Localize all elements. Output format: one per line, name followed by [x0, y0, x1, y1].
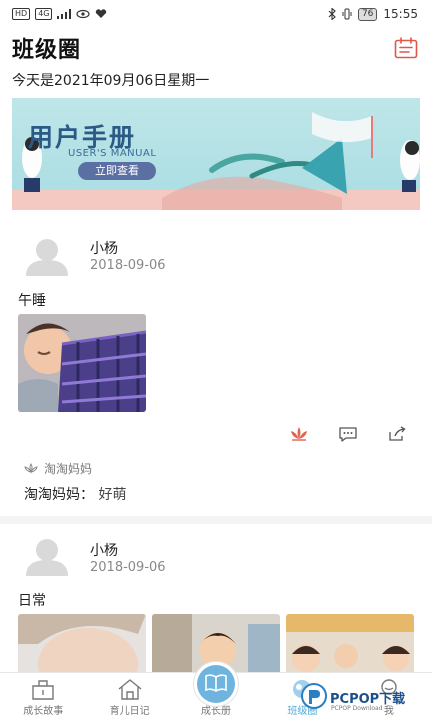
header: 班级圈 — [12, 30, 420, 66]
comment-icon — [339, 427, 357, 442]
tab-growth-book[interactable]: 成长册 — [173, 661, 259, 720]
post-card: 小杨 2018-09-06 午睡 淘淘妈妈 淘淘妈妈： 好萌 — [0, 218, 432, 518]
heart-icon — [96, 9, 107, 18]
watermark-sub: PCPOP Download — [331, 705, 383, 712]
comment-author[interactable]: 淘淘妈妈： — [24, 487, 94, 503]
comment-row: 淘淘妈妈： 好萌 — [24, 484, 126, 504]
lotus-outline-icon — [24, 462, 38, 473]
post-author[interactable]: 小杨 — [90, 540, 118, 560]
signal-badge: 4G — [35, 8, 53, 20]
bluetooth-icon — [328, 8, 336, 20]
post-text: 日常 — [18, 593, 46, 609]
kids-photo — [286, 614, 414, 676]
battery-indicator: 76 — [357, 7, 378, 21]
banner-subtitle: USER'S MANUAL — [68, 148, 157, 159]
view-now-button[interactable]: 立即查看 — [78, 162, 156, 180]
post-author[interactable]: 小杨 — [90, 238, 118, 258]
post-photo[interactable] — [18, 614, 146, 676]
status-right: 76 15:55 — [328, 7, 418, 21]
comment-text: 好萌 — [98, 487, 127, 503]
tab-parenting-diary[interactable]: 育儿日记 — [86, 673, 172, 720]
like-button[interactable] — [288, 424, 310, 444]
book-icon — [205, 674, 227, 692]
signal-icon — [57, 9, 72, 19]
center-tab-inner — [197, 665, 236, 703]
clock: 15:55 — [383, 7, 418, 21]
eye-icon — [76, 9, 91, 19]
post-card: 小杨 2018-09-06 日常 — [0, 524, 432, 676]
toddler-photo — [18, 614, 146, 676]
vibrate-icon — [342, 8, 352, 20]
avatar[interactable] — [24, 536, 70, 576]
home-icon — [118, 679, 142, 700]
story-icon — [32, 680, 54, 700]
page-title: 班级圈 — [12, 38, 82, 63]
calendar-button[interactable] — [392, 34, 420, 62]
post-photo[interactable] — [286, 614, 414, 676]
post-date: 2018-09-06 — [90, 258, 166, 273]
post-text: 午睡 — [18, 293, 46, 309]
post-photo[interactable] — [18, 314, 146, 412]
share-icon — [389, 426, 406, 441]
default-avatar-icon — [26, 239, 68, 276]
post-divider — [0, 516, 432, 524]
default-avatar-icon — [26, 539, 68, 576]
comment-button[interactable] — [337, 424, 359, 444]
calendar-icon — [394, 37, 418, 59]
tab-label: 育儿日记 — [109, 706, 150, 717]
avatar[interactable] — [24, 236, 70, 276]
network-badge: HD — [12, 8, 31, 20]
user-manual-banner[interactable]: 用户手册 USER'S MANUAL 立即查看 — [12, 98, 420, 210]
status-left: HD 4G — [12, 8, 107, 20]
tab-label: 成长故事 — [23, 706, 64, 717]
tab-growth-story[interactable]: 成长故事 — [0, 673, 86, 720]
pcpop-watermark: PCPOP下载 PCPOP Download — [300, 678, 428, 718]
date-line: 今天是2021年09月06日星期一 — [12, 73, 210, 89]
likes-names: 淘淘妈妈 — [44, 462, 93, 476]
status-bar: HD 4G 76 15:55 — [0, 0, 432, 28]
share-button[interactable] — [386, 424, 408, 444]
center-tab-bubble — [193, 661, 240, 707]
post-date: 2018-09-06 — [90, 560, 166, 575]
sleeping-child-photo — [18, 314, 146, 412]
lotus-icon — [291, 427, 307, 441]
likes-row: 淘淘妈妈 — [24, 460, 92, 477]
